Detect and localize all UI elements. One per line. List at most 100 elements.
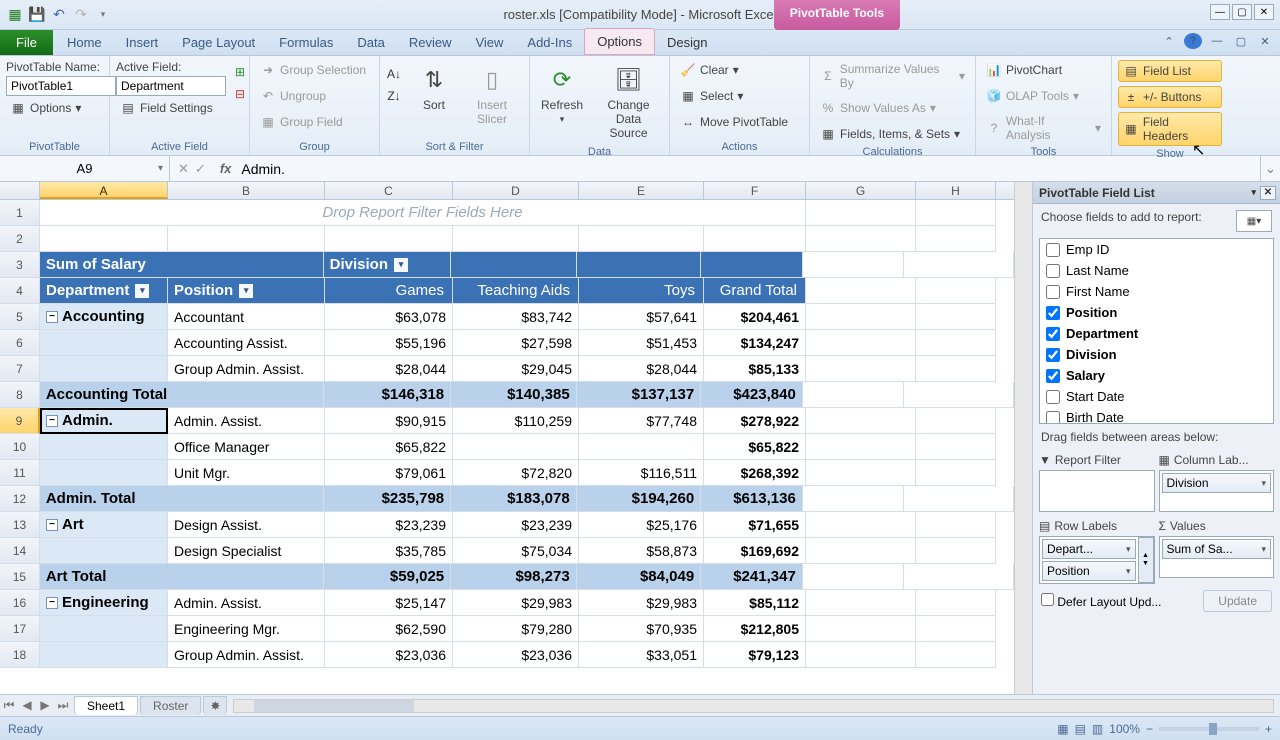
row-header[interactable]: 7 [0, 356, 40, 382]
pivot-column-field[interactable]: Division ▾ [324, 252, 452, 278]
sheet-nav-next-icon[interactable]: ▶ [36, 698, 54, 713]
field-checkbox[interactable] [1046, 411, 1060, 425]
pivot-col-grandtotal[interactable]: Grand Total [704, 278, 806, 304]
field-position[interactable]: Position [1040, 302, 1273, 323]
pivot-dept-cell[interactable]: −Art [40, 512, 168, 538]
cell[interactable] [803, 486, 905, 512]
fx-icon[interactable]: fx [214, 161, 238, 176]
col-header-a[interactable]: A [40, 182, 168, 199]
horizontal-scrollbar[interactable] [233, 699, 1274, 713]
cell[interactable] [806, 304, 916, 330]
cell[interactable] [916, 408, 996, 434]
field-checkbox[interactable] [1046, 327, 1060, 341]
cell[interactable] [453, 434, 579, 460]
workbook-minimize-icon[interactable]: — [1208, 33, 1226, 49]
cell[interactable] [704, 226, 806, 252]
cell[interactable]: $194,260 [577, 486, 702, 512]
sort-button[interactable]: ⇅Sort [408, 60, 460, 116]
cell[interactable] [803, 564, 905, 590]
field-checkbox[interactable] [1046, 243, 1060, 257]
pivot-dept-cell[interactable] [40, 434, 168, 460]
redo-icon[interactable]: ↷ [72, 6, 90, 24]
minimize-button[interactable]: — [1210, 4, 1230, 20]
field-first-name[interactable]: First Name [1040, 281, 1273, 302]
cell[interactable]: $62,590 [325, 616, 453, 642]
col-header-e[interactable]: E [579, 182, 704, 199]
pivot-subtotal-label[interactable]: Admin. Total [40, 486, 324, 512]
cell[interactable]: $33,051 [579, 642, 704, 668]
cell[interactable] [916, 356, 996, 382]
cell[interactable] [168, 226, 325, 252]
row-header[interactable]: 18 [0, 642, 40, 668]
pivot-position-cell[interactable]: Design Assist. [168, 512, 325, 538]
pivot-col-games[interactable]: Games [325, 278, 453, 304]
pivot-position-cell[interactable]: Group Admin. Assist. [168, 356, 325, 382]
field-last-name[interactable]: Last Name [1040, 260, 1273, 281]
cell[interactable]: $79,280 [453, 616, 579, 642]
cell[interactable]: $29,045 [453, 356, 579, 382]
field-list-toggle[interactable]: ▤Field List [1118, 60, 1222, 82]
pivot-dept-cell[interactable] [40, 356, 168, 382]
cell[interactable] [806, 200, 916, 226]
view-pagelayout-icon[interactable]: ▤ [1075, 722, 1086, 736]
pivot-dept-cell[interactable] [40, 642, 168, 668]
tab-design[interactable]: Design [655, 30, 719, 55]
zoom-slider[interactable] [1159, 727, 1259, 731]
ribbon-minimize-icon[interactable]: ⌃ [1160, 33, 1178, 49]
sheet-nav-first-icon[interactable]: ⏮ [0, 698, 18, 713]
cell[interactable] [453, 226, 579, 252]
formula-input[interactable] [237, 159, 1260, 179]
cell[interactable] [916, 200, 996, 226]
fields-items-sets-button[interactable]: ▦Fields, Items, & Sets ▾ [816, 124, 969, 144]
pivot-position-cell[interactable]: Admin. Assist. [168, 408, 325, 434]
cell[interactable]: $268,392 [704, 460, 806, 486]
clear-button[interactable]: 🧹Clear ▾ [676, 60, 792, 80]
zoom-in-icon[interactable]: + [1265, 722, 1272, 736]
cell[interactable] [916, 304, 996, 330]
tab-page-layout[interactable]: Page Layout [170, 30, 267, 55]
cell[interactable]: $25,147 [325, 590, 453, 616]
cell[interactable]: $146,318 [324, 382, 452, 408]
pivot-position-cell[interactable]: Design Specialist [168, 538, 325, 564]
pivot-position-cell[interactable]: Admin. Assist. [168, 590, 325, 616]
options-button[interactable]: ▦Options ▾ [6, 98, 116, 118]
cell[interactable]: $183,078 [451, 486, 577, 512]
cell[interactable] [806, 356, 916, 382]
cell[interactable] [577, 252, 702, 278]
sort-desc-icon[interactable]: Z↓ [386, 88, 402, 104]
cell[interactable]: $116,511 [579, 460, 704, 486]
field-headers-toggle[interactable]: ▦Field Headers [1118, 112, 1222, 146]
cell[interactable]: $63,078 [325, 304, 453, 330]
cell[interactable]: $613,136 [701, 486, 803, 512]
pivot-position-cell[interactable]: Accounting Assist. [168, 330, 325, 356]
pivot-col-toys[interactable]: Toys [579, 278, 704, 304]
row-header[interactable]: 6 [0, 330, 40, 356]
cell[interactable]: $84,049 [577, 564, 702, 590]
field-birth-date[interactable]: Birth Date [1040, 407, 1273, 424]
view-normal-icon[interactable]: ▦ [1057, 722, 1068, 736]
cell[interactable] [579, 434, 704, 460]
cell[interactable]: $72,820 [453, 460, 579, 486]
cell[interactable]: $134,247 [704, 330, 806, 356]
select-all-corner[interactable] [0, 182, 40, 199]
pivotchart-button[interactable]: 📊PivotChart [982, 60, 1105, 80]
row-chip-position[interactable]: Position▾ [1042, 561, 1136, 581]
cell[interactable]: $79,061 [325, 460, 453, 486]
cell[interactable]: $278,922 [704, 408, 806, 434]
pivot-filter-drop[interactable]: Drop Report Filter Fields Here [40, 200, 806, 226]
row-order-spinner[interactable]: ▲▼ [1138, 537, 1154, 583]
cell[interactable] [806, 226, 916, 252]
close-button[interactable]: ✕ [1254, 4, 1274, 20]
cell[interactable] [916, 538, 996, 564]
workbook-close-icon[interactable]: ✕ [1256, 33, 1274, 49]
pivot-subtotal-label[interactable]: Accounting Total [40, 382, 324, 408]
row-header[interactable]: 2 [0, 226, 40, 252]
tab-addins[interactable]: Add-Ins [515, 30, 584, 55]
cell[interactable]: $85,133 [704, 356, 806, 382]
col-header-g[interactable]: G [806, 182, 916, 199]
area-column-labels[interactable]: Division▾ [1159, 470, 1275, 512]
zoom-level[interactable]: 100% [1109, 722, 1140, 736]
row-header[interactable]: 8 [0, 382, 40, 408]
cell[interactable]: $51,453 [579, 330, 704, 356]
cell[interactable]: $235,798 [324, 486, 452, 512]
